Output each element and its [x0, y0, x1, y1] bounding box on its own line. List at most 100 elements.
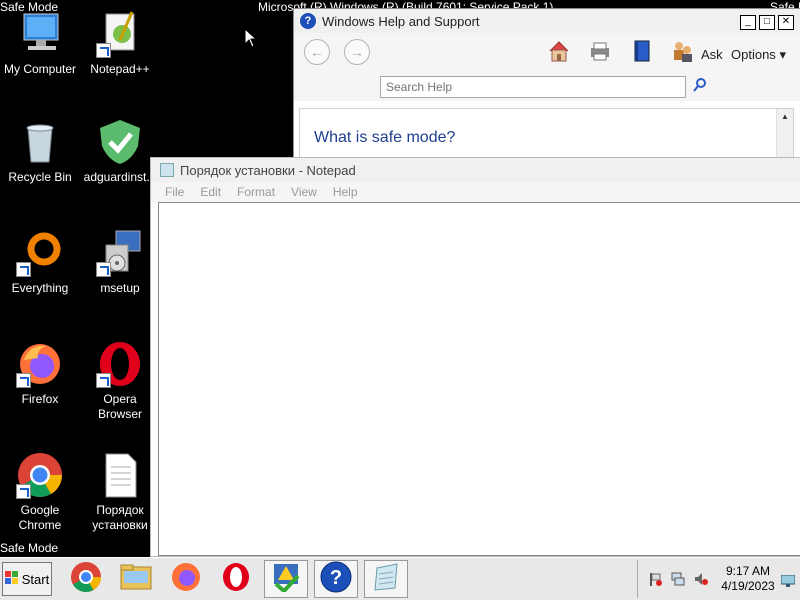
scroll-up-arrow-icon[interactable]: ▲	[777, 109, 793, 125]
taskbar-firefox[interactable]	[164, 560, 208, 598]
desktop-icon-label: Opera Browser	[97, 392, 142, 421]
taskbar-opera[interactable]	[214, 560, 258, 598]
adguard-shield-icon	[96, 118, 144, 166]
notepad-text-area[interactable]	[158, 202, 800, 556]
network-icon[interactable]	[671, 572, 685, 586]
help-toolbar: ← → Ask Options ▾	[294, 33, 800, 69]
help-icon: ?	[300, 13, 316, 29]
desktop-icon-label: My Computer	[3, 62, 77, 76]
help-window-controls: _ □ ✕	[740, 15, 794, 30]
notepad-icon	[160, 163, 174, 177]
taskbar-explorer[interactable]	[114, 560, 158, 598]
help-desk-icon	[270, 562, 302, 597]
action-center-flag-icon[interactable]	[648, 572, 662, 586]
shortcut-arrow-icon	[16, 262, 31, 277]
computer-icon	[16, 10, 64, 58]
system-tray: 9:17 AM 4/19/2023	[637, 560, 798, 598]
home-icon[interactable]	[547, 39, 571, 63]
desktop-icon-msetup[interactable]: msetup	[80, 229, 160, 296]
notepad-window[interactable]: Порядок установки - Notepad File Edit Fo…	[150, 157, 800, 557]
taskbar-clock[interactable]: 9:17 AM 4/19/2023	[718, 564, 778, 594]
browse-help-book-icon[interactable]	[630, 39, 654, 63]
desktop-icon-label: adguardinst...	[83, 170, 157, 184]
notepad-window-title: Порядок установки - Notepad	[180, 162, 356, 178]
shortcut-arrow-icon	[96, 43, 111, 58]
everything-icon	[16, 229, 64, 277]
menu-format[interactable]: Format	[237, 185, 275, 199]
search-icon[interactable]	[692, 77, 708, 93]
desktop-icon-adguard[interactable]: adguardinst...	[80, 118, 160, 185]
desktop-icon-opera[interactable]: Opera Browser	[80, 340, 160, 422]
desktop-icon-label: msetup	[100, 281, 140, 295]
start-label: Start	[21, 571, 50, 587]
help-window-titlebar[interactable]: ? Windows Help and Support	[294, 9, 800, 33]
shortcut-arrow-icon	[16, 373, 31, 388]
help-search-row	[294, 69, 800, 101]
print-icon[interactable]	[588, 39, 612, 63]
firefox-icon	[171, 562, 201, 597]
desktop-icon-label: Recycle Bin	[8, 170, 72, 184]
desktop-icon-firefox[interactable]: Firefox	[0, 340, 80, 407]
notepad-menubar: File Edit Format View Help	[151, 182, 800, 202]
desktop-icon-label: Google Chrome	[18, 503, 62, 532]
ask-people-icon[interactable]	[670, 39, 694, 63]
clock-date: 4/19/2023	[721, 579, 775, 593]
help-article-heading: What is safe mode?	[314, 129, 456, 146]
taskbar-chrome[interactable]	[64, 560, 108, 598]
windows-logo-icon	[4, 570, 19, 588]
taskbar: Start ? 9:17 AM 4/19/2023	[0, 557, 800, 600]
chevron-down-icon: ▾	[779, 47, 786, 62]
taskbar-help-desk[interactable]	[264, 560, 308, 598]
mouse-cursor-icon	[244, 27, 258, 53]
close-button[interactable]: ✕	[778, 15, 794, 30]
options-menu[interactable]: Options ▾	[731, 47, 786, 63]
desktop-icon-label: Everything	[11, 281, 69, 295]
notepad-titlebar[interactable]: Порядок установки - Notepad	[151, 158, 800, 182]
firefox-icon	[16, 340, 64, 388]
menu-file[interactable]: File	[165, 185, 184, 199]
back-button[interactable]: ←	[304, 39, 330, 65]
shortcut-arrow-icon	[96, 373, 111, 388]
start-button[interactable]: Start	[2, 562, 52, 596]
text-file-icon	[96, 451, 144, 499]
safe-mode-label-bottom-left: Safe Mode	[0, 541, 59, 555]
notepadpp-icon	[96, 10, 144, 58]
clock-time: 9:17 AM	[725, 564, 771, 578]
shortcut-arrow-icon	[16, 484, 31, 499]
show-desktop-icon[interactable]	[780, 574, 796, 588]
setup-installer-icon	[96, 229, 144, 277]
opera-icon	[96, 340, 144, 388]
shortcut-arrow-icon	[96, 262, 111, 277]
desktop-icon-my-computer[interactable]: My Computer	[0, 10, 80, 77]
ask-button[interactable]: Ask	[701, 47, 723, 62]
taskbar-notepad[interactable]	[364, 560, 408, 598]
recycle-bin-icon	[16, 118, 64, 166]
options-label: Options	[731, 47, 776, 62]
minimize-button[interactable]: _	[740, 15, 756, 30]
desktop-icon-label: Notepad++	[90, 62, 150, 76]
volume-muted-icon[interactable]	[694, 572, 708, 586]
desktop-icon-everything[interactable]: Everything	[0, 229, 80, 296]
desktop-icon-text-file[interactable]: Порядок установки	[80, 451, 160, 533]
menu-view[interactable]: View	[291, 185, 317, 199]
desktop-icon-label: Firefox	[21, 392, 59, 406]
search-help-input[interactable]	[380, 76, 686, 98]
chrome-icon	[16, 451, 64, 499]
explorer-folder-icon	[120, 563, 152, 596]
desktop-icon-notepadpp[interactable]: Notepad++	[80, 10, 160, 77]
notepad-icon	[371, 562, 401, 597]
desktop-icon-chrome[interactable]: Google Chrome	[0, 451, 80, 533]
menu-edit[interactable]: Edit	[200, 185, 221, 199]
chrome-icon	[70, 561, 102, 598]
maximize-button[interactable]: □	[759, 15, 775, 30]
help-and-support-window[interactable]: ? Windows Help and Support _ □ ✕ ← → Ask…	[293, 8, 800, 168]
desktop-icon-recycle-bin[interactable]: Recycle Bin	[0, 118, 80, 185]
help-icon: ?	[320, 561, 352, 598]
opera-icon	[221, 562, 251, 597]
help-window-title: Windows Help and Support	[322, 13, 480, 29]
forward-button[interactable]: →	[344, 39, 370, 65]
svg-text:?: ?	[330, 567, 342, 589]
desktop-icon-label: Порядок установки	[92, 503, 148, 532]
menu-help[interactable]: Help	[333, 185, 358, 199]
taskbar-help[interactable]: ?	[314, 560, 358, 598]
